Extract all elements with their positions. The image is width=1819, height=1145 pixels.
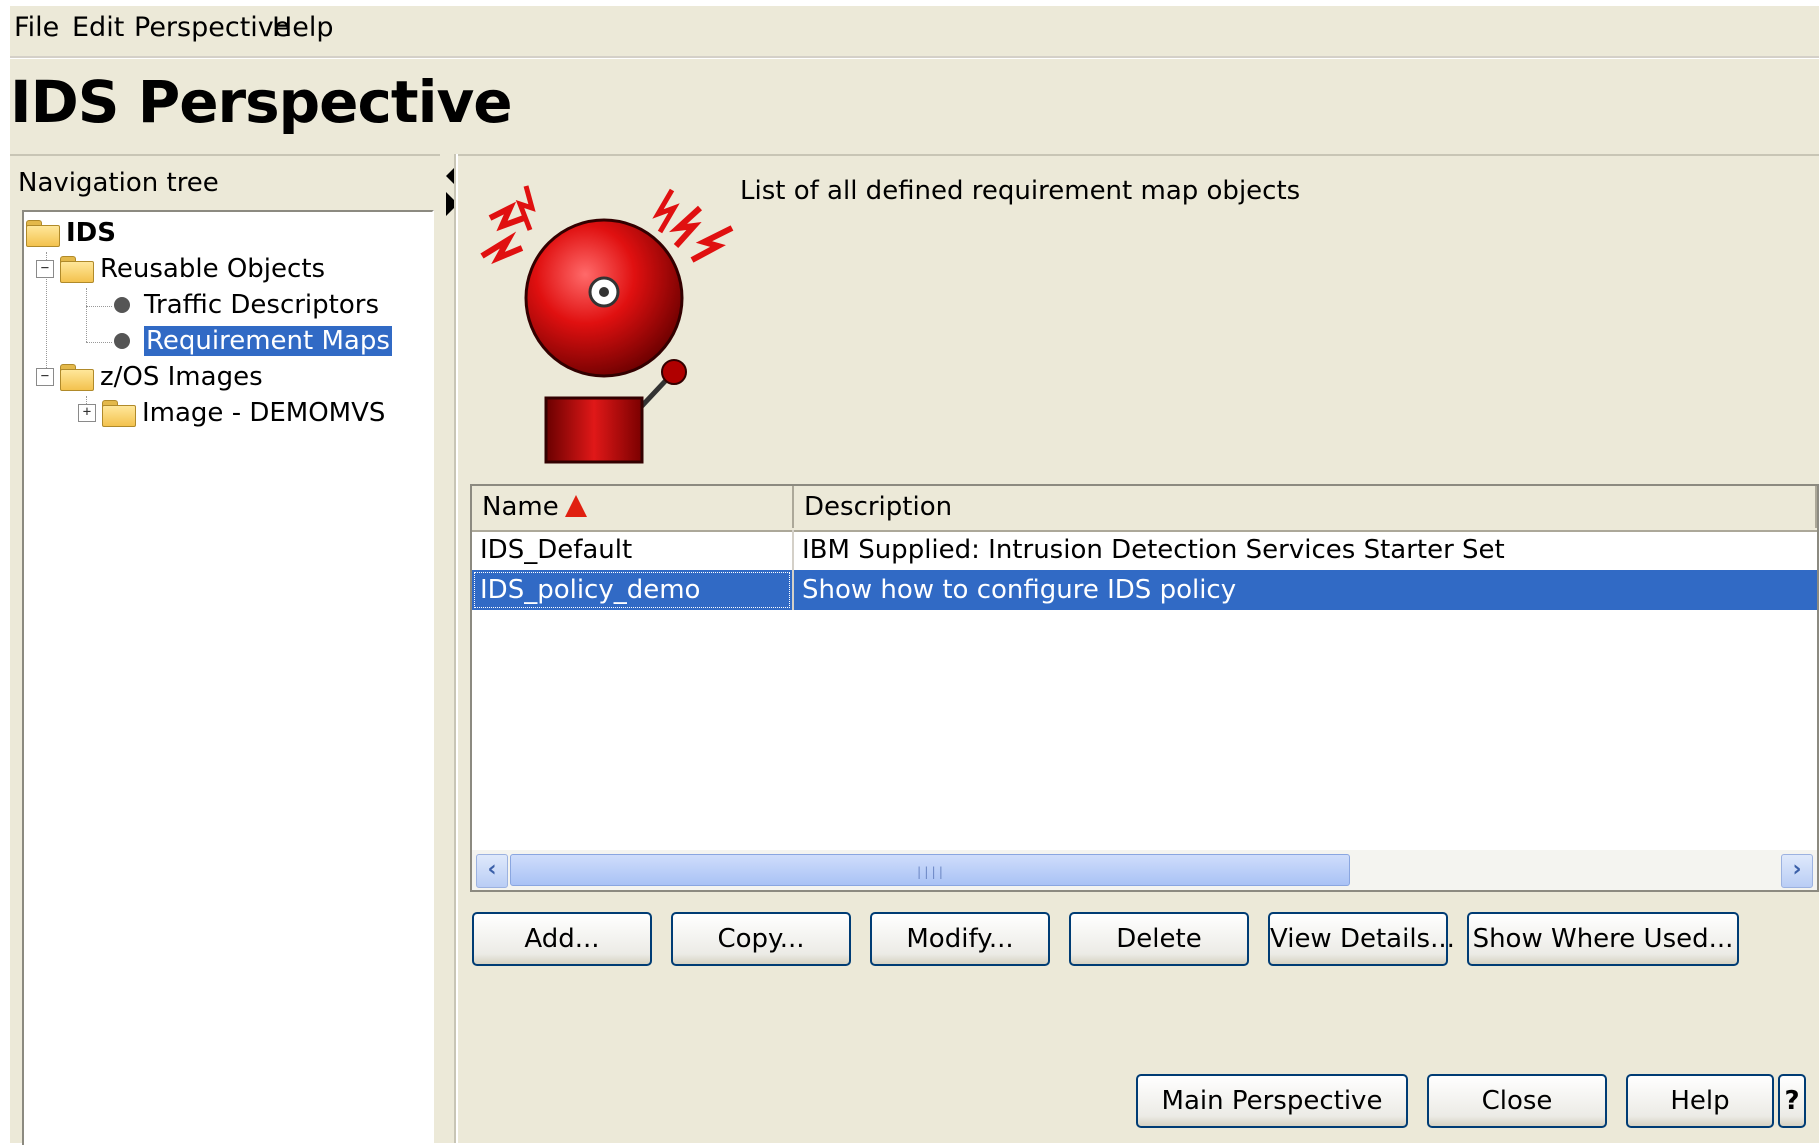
navigation-tree-label: Navigation tree (18, 168, 219, 198)
table-header: Name Description (472, 486, 1817, 532)
show-where-used-button[interactable]: Show Where Used... (1467, 912, 1739, 966)
cell-name: IDS_policy_demo (472, 570, 792, 610)
alarm-bell-icon (480, 185, 734, 464)
menubar-divider (10, 56, 1819, 59)
page-description: List of all defined requirement map obje… (740, 176, 1301, 206)
tree-item-label: Traffic Descriptors (144, 290, 379, 320)
folder-closed-icon (102, 400, 136, 427)
collapse-icon[interactable]: − (36, 260, 54, 278)
menu-perspective[interactable]: Perspective (134, 12, 290, 43)
tree-item-label: IDS (66, 218, 116, 248)
menu-edit[interactable]: Edit (72, 12, 124, 43)
sort-ascending-icon (564, 494, 587, 517)
folder-open-icon (60, 364, 94, 391)
delete-button[interactable]: Delete (1069, 912, 1249, 966)
scroll-left-button[interactable]: ‹ (476, 854, 508, 888)
tree-item-ids[interactable]: IDS (26, 214, 116, 252)
tree-item-label: z/OS Images (100, 362, 263, 392)
column-header-label: Name (482, 492, 559, 522)
modify-button[interactable]: Modify... (870, 912, 1050, 966)
application-window: File Edit Perspective Help IDS Perspecti… (10, 6, 1819, 1145)
tree-connector (86, 306, 112, 307)
tree-item-label: Image - DEMOMVS (142, 398, 386, 428)
splitter-line (454, 154, 458, 1143)
menu-help[interactable]: Help (272, 12, 334, 43)
cell-description: Show how to configure IDS policy (802, 575, 1237, 605)
cell-description: IBM Supplied: Intrusion Detection Servic… (802, 535, 1505, 565)
tree-item-zos-images[interactable]: − z/OS Images (36, 358, 263, 396)
context-help-button[interactable]: ? (1778, 1074, 1806, 1128)
menu-file[interactable]: File (14, 12, 59, 43)
tree-item-traffic-descriptors[interactable]: Traffic Descriptors (110, 286, 379, 324)
navigation-tree: IDS − Reusable Objects Traffic Descripto… (22, 210, 434, 1145)
menu-bar: File Edit Perspective Help (10, 6, 1819, 54)
close-button[interactable]: Close (1427, 1074, 1607, 1128)
tree-connector (86, 342, 112, 343)
scroll-right-button[interactable]: › (1781, 854, 1813, 888)
view-details-button[interactable]: View Details... (1268, 912, 1455, 966)
scroll-thumb[interactable]: |||| (510, 854, 1350, 886)
main-perspective-button[interactable]: Main Perspective (1136, 1074, 1408, 1128)
folder-open-icon (60, 256, 94, 283)
horizontal-scrollbar[interactable]: ‹ |||| › (472, 850, 1817, 890)
table-row[interactable]: IDS_Default IBM Supplied: Intrusion Dete… (472, 530, 1817, 570)
collapse-icon[interactable]: − (36, 368, 54, 386)
expand-icon[interactable]: + (78, 404, 96, 422)
column-header-description[interactable]: Description (794, 486, 1817, 528)
requirement-maps-table: Name Description IDS_Default IBM Supplie… (470, 484, 1819, 892)
tree-connector (86, 288, 87, 342)
tree-item-reusable-objects[interactable]: − Reusable Objects (36, 250, 325, 288)
column-header-label: Description (804, 492, 953, 522)
grip-icon: |||| (915, 865, 945, 879)
panel-splitter[interactable] (442, 154, 464, 1143)
folder-open-icon (26, 220, 60, 247)
leaf-node-icon (114, 297, 130, 313)
copy-button[interactable]: Copy... (671, 912, 851, 966)
tree-item-image-demomvs[interactable]: + Image - DEMOMVS (78, 394, 385, 432)
table-row-selected[interactable]: IDS_policy_demo Show how to configure ID… (472, 570, 1817, 610)
column-header-name[interactable]: Name (472, 486, 794, 528)
tree-item-label: Reusable Objects (100, 254, 326, 284)
tree-item-label: Requirement Maps (144, 326, 392, 356)
page-title: IDS Perspective (10, 68, 513, 136)
navigation-panel: Navigation tree IDS − Reusable Objects T… (10, 154, 440, 1145)
cell-name: IDS_Default (480, 535, 633, 565)
add-button[interactable]: Add... (472, 912, 652, 966)
leaf-node-icon (114, 333, 130, 349)
tree-item-requirement-maps[interactable]: Requirement Maps (110, 322, 392, 360)
content-divider (458, 154, 1819, 156)
help-button[interactable]: Help (1626, 1074, 1774, 1128)
